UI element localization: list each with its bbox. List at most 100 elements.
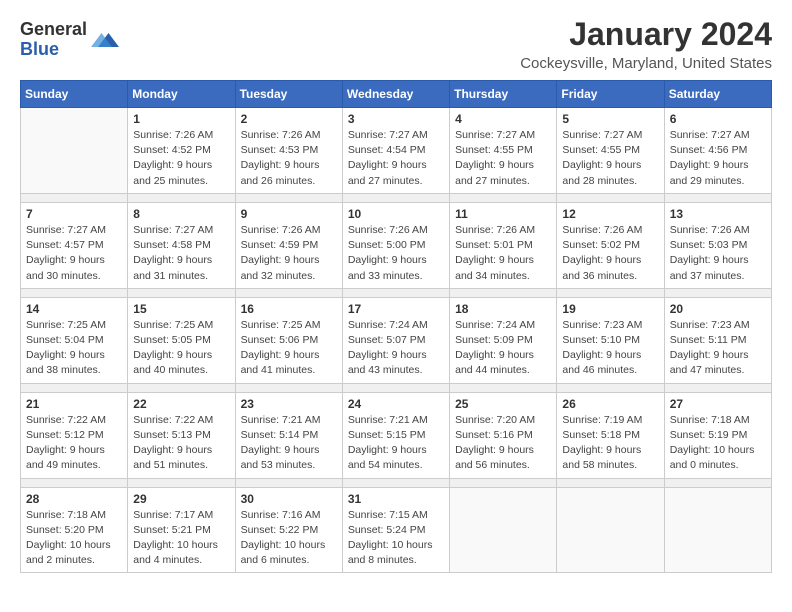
- day-info: Sunrise: 7:24 AMSunset: 5:07 PMDaylight:…: [348, 318, 444, 379]
- day-number: 3: [348, 112, 444, 126]
- day-number: 30: [241, 492, 337, 506]
- day-info: Sunrise: 7:18 AMSunset: 5:19 PMDaylight:…: [670, 413, 766, 474]
- day-info: Sunrise: 7:26 AMSunset: 5:02 PMDaylight:…: [562, 223, 658, 284]
- page-subtitle: Cockeysville, Maryland, United States: [520, 55, 772, 72]
- day-info: Sunrise: 7:16 AMSunset: 5:22 PMDaylight:…: [241, 508, 337, 569]
- calendar-header-cell: Wednesday: [342, 81, 449, 108]
- calendar-cell: 20 Sunrise: 7:23 AMSunset: 5:11 PMDayligh…: [664, 297, 771, 383]
- day-number: 21: [26, 397, 122, 411]
- day-number: 4: [455, 112, 551, 126]
- day-number: 22: [133, 397, 229, 411]
- calendar-cell: 5Sunrise: 7:27 AMSunset: 4:55 PMDaylight…: [557, 108, 664, 194]
- calendar-week-row: 28 Sunrise: 7:18 AMSunset: 5:20 PMDayligh…: [21, 487, 772, 573]
- logo-blue: Blue: [20, 40, 87, 60]
- day-number: 9: [241, 207, 337, 221]
- day-info: Sunrise: 7:23 AMSunset: 5:11 PMDaylight:…: [670, 318, 766, 379]
- day-number: 1: [133, 112, 229, 126]
- calendar-cell: 26Sunrise: 7:19 AMSunset: 5:18 PMDayligh…: [557, 392, 664, 478]
- calendar-cell: [557, 487, 664, 573]
- day-info: Sunrise: 7:26 AMSunset: 5:01 PMDaylight:…: [455, 223, 551, 284]
- day-number: 14: [26, 302, 122, 316]
- day-number: 16: [241, 302, 337, 316]
- calendar-cell: 17 Sunrise: 7:24 AMSunset: 5:07 PMDayligh…: [342, 297, 449, 383]
- day-info: Sunrise: 7:26 AMSunset: 4:53 PMDaylight:…: [241, 128, 337, 189]
- calendar-header-row: SundayMondayTuesdayWednesdayThursdayFrid…: [21, 81, 772, 108]
- calendar-cell: 6 Sunrise: 7:27 AMSunset: 4:56 PMDaylight…: [664, 108, 771, 194]
- logo-general: General: [20, 20, 87, 40]
- day-info: Sunrise: 7:22 AMSunset: 5:12 PMDaylight:…: [26, 413, 122, 474]
- day-number: 2: [241, 112, 337, 126]
- day-info: Sunrise: 7:26 AMSunset: 5:00 PMDaylight:…: [348, 223, 444, 284]
- day-info: Sunrise: 7:25 AMSunset: 5:04 PMDaylight:…: [26, 318, 122, 379]
- calendar-cell: 23 Sunrise: 7:21 AMSunset: 5:14 PMDayligh…: [235, 392, 342, 478]
- day-number: 27: [670, 397, 766, 411]
- calendar-cell: 28 Sunrise: 7:18 AMSunset: 5:20 PMDayligh…: [21, 487, 128, 573]
- day-number: 29: [133, 492, 229, 506]
- calendar-cell: 24 Sunrise: 7:21 AMSunset: 5:15 PMDayligh…: [342, 392, 449, 478]
- day-number: 18: [455, 302, 551, 316]
- day-number: 28: [26, 492, 122, 506]
- day-info: Sunrise: 7:27 AMSunset: 4:58 PMDaylight:…: [133, 223, 229, 284]
- calendar-week-row: 14 Sunrise: 7:25 AMSunset: 5:04 PMDayligh…: [21, 297, 772, 383]
- day-number: 24: [348, 397, 444, 411]
- calendar-cell: 31Sunrise: 7:15 AMSunset: 5:24 PMDayligh…: [342, 487, 449, 573]
- day-number: 6: [670, 112, 766, 126]
- day-info: Sunrise: 7:25 AMSunset: 5:06 PMDaylight:…: [241, 318, 337, 379]
- day-info: Sunrise: 7:18 AMSunset: 5:20 PMDaylight:…: [26, 508, 122, 569]
- day-number: 15: [133, 302, 229, 316]
- calendar-header-cell: Saturday: [664, 81, 771, 108]
- day-number: 26: [562, 397, 658, 411]
- day-info: Sunrise: 7:21 AMSunset: 5:15 PMDaylight:…: [348, 413, 444, 474]
- day-info: Sunrise: 7:27 AMSunset: 4:55 PMDaylight:…: [455, 128, 551, 189]
- week-divider: [21, 193, 772, 202]
- calendar-header-cell: Monday: [128, 81, 235, 108]
- week-divider: [21, 478, 772, 487]
- day-info: Sunrise: 7:27 AMSunset: 4:54 PMDaylight:…: [348, 128, 444, 189]
- calendar-cell: 12 Sunrise: 7:26 AMSunset: 5:02 PMDayligh…: [557, 202, 664, 288]
- day-number: 12: [562, 207, 658, 221]
- calendar-cell: 3 Sunrise: 7:27 AMSunset: 4:54 PMDaylight…: [342, 108, 449, 194]
- day-number: 20: [670, 302, 766, 316]
- day-number: 8: [133, 207, 229, 221]
- day-number: 25: [455, 397, 551, 411]
- title-block: January 2024 Cockeysville, Maryland, Uni…: [520, 16, 772, 72]
- calendar-cell: 15 Sunrise: 7:25 AMSunset: 5:05 PMDayligh…: [128, 297, 235, 383]
- day-number: 10: [348, 207, 444, 221]
- day-info: Sunrise: 7:25 AMSunset: 5:05 PMDaylight:…: [133, 318, 229, 379]
- day-info: Sunrise: 7:20 AMSunset: 5:16 PMDaylight:…: [455, 413, 551, 474]
- logo: General Blue: [20, 20, 119, 60]
- calendar-cell: [450, 487, 557, 573]
- calendar-cell: 25 Sunrise: 7:20 AMSunset: 5:16 PMDayligh…: [450, 392, 557, 478]
- day-number: 17: [348, 302, 444, 316]
- day-info: Sunrise: 7:22 AMSunset: 5:13 PMDaylight:…: [133, 413, 229, 474]
- calendar-cell: [664, 487, 771, 573]
- day-number: 23: [241, 397, 337, 411]
- calendar-week-row: 21 Sunrise: 7:22 AMSunset: 5:12 PMDayligh…: [21, 392, 772, 478]
- calendar-cell: 14 Sunrise: 7:25 AMSunset: 5:04 PMDayligh…: [21, 297, 128, 383]
- day-number: 13: [670, 207, 766, 221]
- calendar-cell: 9Sunrise: 7:26 AMSunset: 4:59 PMDaylight…: [235, 202, 342, 288]
- calendar-week-row: 1 Sunrise: 7:26 AMSunset: 4:52 PMDaylight…: [21, 108, 772, 194]
- day-number: 19: [562, 302, 658, 316]
- calendar-header-cell: Friday: [557, 81, 664, 108]
- day-number: 7: [26, 207, 122, 221]
- day-info: Sunrise: 7:26 AMSunset: 4:52 PMDaylight:…: [133, 128, 229, 189]
- calendar-cell: 16 Sunrise: 7:25 AMSunset: 5:06 PMDayligh…: [235, 297, 342, 383]
- calendar-cell: 27 Sunrise: 7:18 AMSunset: 5:19 PMDayligh…: [664, 392, 771, 478]
- day-number: 5: [562, 112, 658, 126]
- day-info: Sunrise: 7:21 AMSunset: 5:14 PMDaylight:…: [241, 413, 337, 474]
- day-info: Sunrise: 7:26 AMSunset: 5:03 PMDaylight:…: [670, 223, 766, 284]
- calendar-header-cell: Sunday: [21, 81, 128, 108]
- day-info: Sunrise: 7:17 AMSunset: 5:21 PMDaylight:…: [133, 508, 229, 569]
- calendar-cell: 30 Sunrise: 7:16 AMSunset: 5:22 PMDayligh…: [235, 487, 342, 573]
- calendar-cell: [21, 108, 128, 194]
- calendar-cell: 8 Sunrise: 7:27 AMSunset: 4:58 PMDaylight…: [128, 202, 235, 288]
- day-number: 31: [348, 492, 444, 506]
- day-info: Sunrise: 7:27 AMSunset: 4:56 PMDaylight:…: [670, 128, 766, 189]
- calendar-cell: 10 Sunrise: 7:26 AMSunset: 5:00 PMDayligh…: [342, 202, 449, 288]
- calendar-cell: 22 Sunrise: 7:22 AMSunset: 5:13 PMDayligh…: [128, 392, 235, 478]
- calendar-header-cell: Tuesday: [235, 81, 342, 108]
- calendar-cell: 11 Sunrise: 7:26 AMSunset: 5:01 PMDayligh…: [450, 202, 557, 288]
- day-number: 11: [455, 207, 551, 221]
- calendar-cell: 19Sunrise: 7:23 AMSunset: 5:10 PMDayligh…: [557, 297, 664, 383]
